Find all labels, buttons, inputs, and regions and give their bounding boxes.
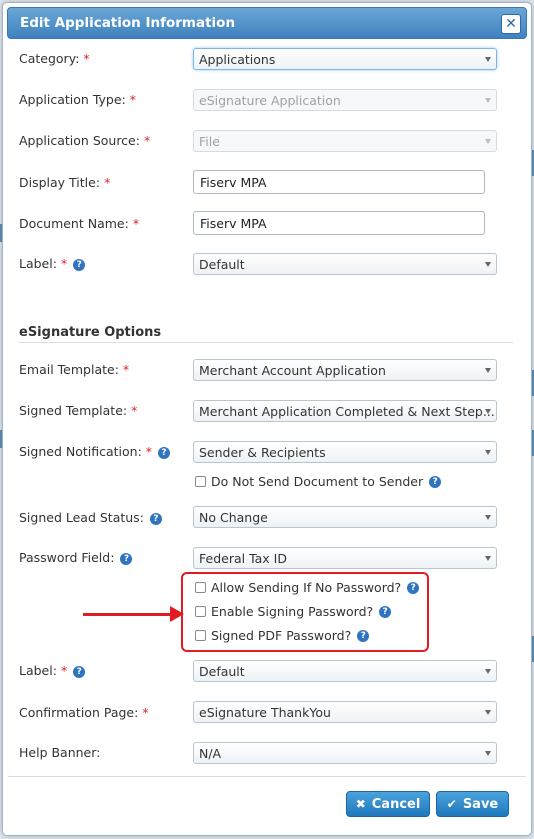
confirmation-page-label: Confirmation Page: * xyxy=(19,705,149,720)
chevron-down-icon xyxy=(485,556,491,561)
close-icon: ✕ xyxy=(505,16,517,32)
help-icon[interactable]: ? xyxy=(429,475,442,488)
do-not-send-checkbox[interactable] xyxy=(195,476,206,487)
label-field-label: Label: *? xyxy=(19,256,86,271)
password-field-select[interactable]: Federal Tax ID xyxy=(193,547,497,569)
required-marker: * xyxy=(142,705,149,720)
display-title-input[interactable]: Fiserv MPA xyxy=(193,170,485,194)
chevron-down-icon xyxy=(485,409,491,414)
chevron-down-icon xyxy=(485,710,491,715)
footer-divider xyxy=(8,776,526,777)
required-marker: * xyxy=(104,175,111,190)
category-select[interactable]: Applications xyxy=(193,48,497,70)
display-title-label: Display Title: * xyxy=(19,175,111,190)
chevron-down-icon xyxy=(485,450,491,455)
chevron-down-icon xyxy=(485,515,491,520)
signed-lead-status-select[interactable]: No Change xyxy=(193,506,497,528)
signed-notification-label: Signed Notification: *? xyxy=(19,444,171,459)
signed-notification-select[interactable]: Sender & Recipients xyxy=(193,441,497,463)
help-icon[interactable]: ? xyxy=(120,552,133,565)
help-icon[interactable]: ? xyxy=(149,512,162,525)
help-icon[interactable]: ? xyxy=(158,446,171,459)
application-source-select: File xyxy=(193,130,497,152)
document-name-label: Document Name: * xyxy=(19,216,140,231)
password-field-label: Password Field:? xyxy=(19,550,133,565)
help-banner-select[interactable]: N/A xyxy=(193,742,497,764)
required-marker: * xyxy=(143,133,151,148)
required-marker: * xyxy=(132,216,140,231)
signed-lead-status-label: Signed Lead Status:? xyxy=(19,510,162,525)
chevron-down-icon xyxy=(485,98,491,103)
confirmation-page-select[interactable]: eSignature ThankYou xyxy=(193,701,497,723)
chevron-down-icon xyxy=(485,139,491,144)
chevron-down-icon xyxy=(485,57,491,62)
esignature-section-title: eSignature Options xyxy=(19,325,162,340)
application-source-label: Application Source: * xyxy=(19,133,151,148)
annotation-highlight-box xyxy=(181,572,429,652)
section-divider xyxy=(19,342,513,343)
required-marker: * xyxy=(83,51,90,66)
required-marker: * xyxy=(122,362,130,377)
close-icon: ✖ xyxy=(355,797,366,811)
annotation-arrow-shaft xyxy=(83,613,173,616)
help-icon[interactable]: ? xyxy=(73,665,86,678)
annotation-arrow-icon xyxy=(170,606,184,622)
chevron-down-icon xyxy=(485,262,491,267)
required-marker: * xyxy=(131,403,138,418)
chevron-down-icon xyxy=(485,669,491,674)
application-type-label: Application Type: * xyxy=(19,92,136,107)
chevron-down-icon xyxy=(485,368,491,373)
check-icon: ✔ xyxy=(446,797,457,811)
required-marker: * xyxy=(145,444,153,459)
category-label: Category: * xyxy=(19,51,90,66)
required-marker: * xyxy=(129,92,136,107)
dialog-title: Edit Application Information xyxy=(20,15,236,31)
label-select[interactable]: Default xyxy=(193,253,497,275)
label2-field-label: Label: *? xyxy=(19,663,86,678)
signed-template-select[interactable]: Merchant Application Completed & Next St… xyxy=(193,400,497,422)
help-banner-label: Help Banner: xyxy=(19,745,101,760)
help-icon[interactable]: ? xyxy=(73,258,86,271)
chevron-down-icon xyxy=(485,751,491,756)
save-button[interactable]: ✔ Save xyxy=(436,791,509,817)
dialog-titlebar: Edit Application Information ✕ xyxy=(7,7,527,39)
do-not-send-option: Do Not Send Document to Sender ? xyxy=(195,474,442,489)
close-button[interactable]: ✕ xyxy=(501,14,521,34)
label2-select[interactable]: Default xyxy=(193,660,497,682)
required-marker: * xyxy=(60,663,68,678)
cancel-button[interactable]: ✖ Cancel xyxy=(346,791,430,817)
signed-template-label: Signed Template: * xyxy=(19,403,138,418)
application-type-select: eSignature Application xyxy=(193,89,497,111)
required-marker: * xyxy=(60,256,68,271)
email-template-label: Email Template: * xyxy=(19,362,130,377)
email-template-select[interactable]: Merchant Account Application xyxy=(193,359,497,381)
document-name-input[interactable]: Fiserv MPA xyxy=(193,211,485,235)
